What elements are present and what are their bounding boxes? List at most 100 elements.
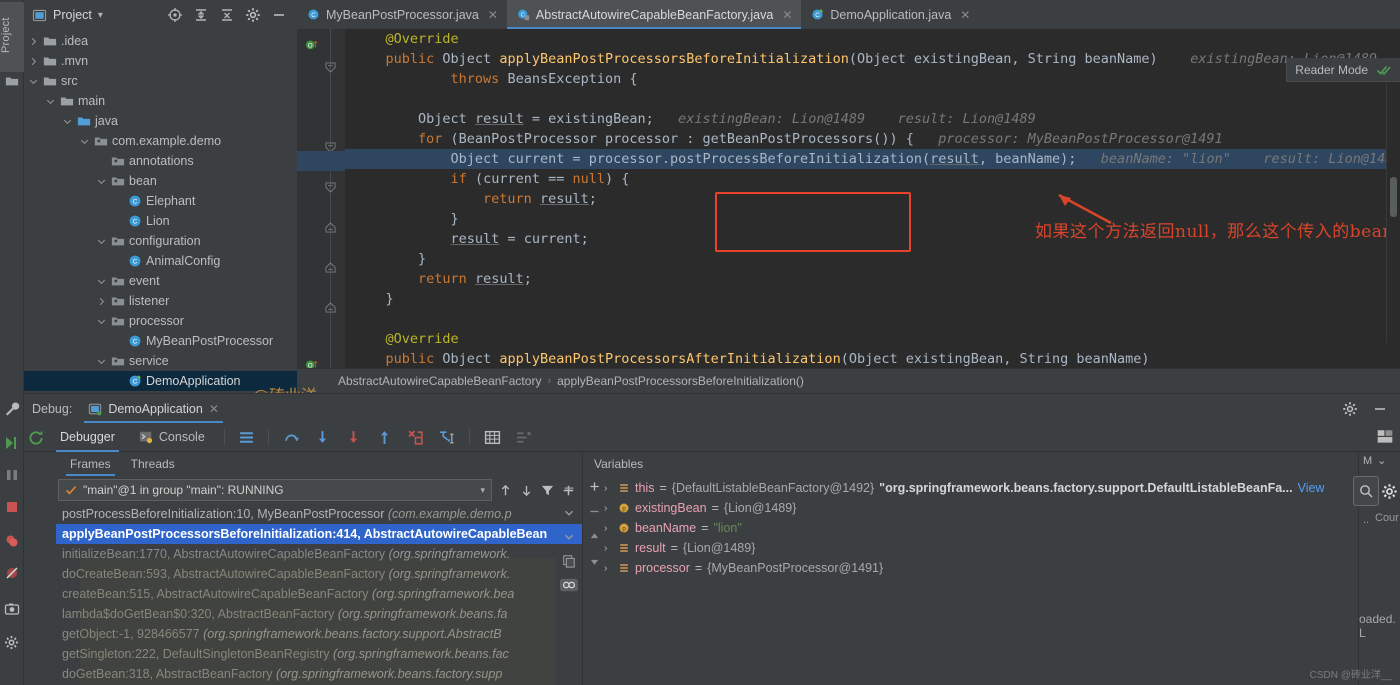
resume-icon[interactable] bbox=[4, 435, 20, 451]
tree-item-bean[interactable]: bean bbox=[24, 171, 297, 191]
tree-item-lion[interactable]: C Lion bbox=[24, 211, 297, 231]
tree-item-animalconfig[interactable]: C AnimalConfig bbox=[24, 251, 297, 271]
chevron-right-icon[interactable]: › bbox=[604, 483, 613, 494]
arrow-up-icon[interactable] bbox=[498, 483, 513, 498]
search-box[interactable] bbox=[1353, 476, 1379, 506]
code-line-14[interactable]: } bbox=[345, 289, 1400, 309]
debug-session-tab[interactable]: DemoApplication ✕ bbox=[80, 394, 227, 423]
chevron-right-icon[interactable]: › bbox=[604, 523, 613, 534]
code-line-15[interactable] bbox=[345, 309, 1400, 329]
variable-row-processor[interactable]: › processor = {MyBeanPostProcessor@1491} bbox=[584, 558, 1358, 578]
chevron-down-icon[interactable] bbox=[79, 136, 90, 147]
fold-marker-icon[interactable] bbox=[324, 182, 337, 193]
code-line-1[interactable]: @Override bbox=[345, 29, 1400, 49]
frame-row[interactable]: doCreateBean:593, AbstractAutowireCapabl… bbox=[56, 564, 582, 584]
arrow-down-icon[interactable] bbox=[519, 483, 534, 498]
editor-gutter[interactable]: O O bbox=[297, 29, 345, 368]
tree-item-main[interactable]: main bbox=[24, 91, 297, 111]
variable-row-existingBean[interactable]: › p existingBean = {Lion@1489} bbox=[584, 498, 1358, 518]
settings-gear-icon[interactable] bbox=[1381, 483, 1398, 500]
expand-all-icon[interactable] bbox=[193, 7, 209, 23]
tab-console[interactable]: Console bbox=[127, 423, 217, 452]
chevron-right-icon[interactable]: › bbox=[604, 543, 613, 554]
code-line-6[interactable]: for (BeanPostProcessor processor : getBe… bbox=[345, 129, 1400, 149]
locate-icon[interactable] bbox=[167, 7, 183, 23]
chevron-down-icon[interactable] bbox=[96, 276, 107, 287]
tab-threads[interactable]: Threads bbox=[121, 452, 185, 476]
tree-item--mvn[interactable]: .mvn bbox=[24, 51, 297, 71]
collapse-all-icon[interactable] bbox=[219, 7, 235, 23]
chevron-right-icon[interactable]: › bbox=[604, 503, 613, 514]
variable-row-result[interactable]: › result = {Lion@1489} bbox=[584, 538, 1358, 558]
step-over-icon[interactable] bbox=[283, 429, 300, 446]
mute-breakpoints-icon[interactable] bbox=[4, 565, 20, 581]
code-line-4[interactable] bbox=[345, 89, 1400, 109]
editor-scrollbar-thumb[interactable] bbox=[1390, 177, 1397, 217]
minimize-icon[interactable] bbox=[1372, 401, 1388, 417]
view-link[interactable]: View bbox=[1298, 481, 1325, 495]
tree-item-listener[interactable]: listener bbox=[24, 291, 297, 311]
variables-list[interactable]: › this = {DefaultListableBeanFactory@1492} "… bbox=[584, 476, 1358, 578]
tree-item--idea[interactable]: .idea bbox=[24, 31, 297, 51]
search-icon[interactable] bbox=[1358, 483, 1374, 499]
close-icon[interactable]: ✕ bbox=[960, 8, 970, 22]
code-line-2[interactable]: public Object applyBeanPostProcessorsBef… bbox=[345, 49, 1400, 69]
down-icon[interactable] bbox=[588, 555, 601, 568]
tree-item-java[interactable]: java bbox=[24, 111, 297, 131]
chevron-right-icon[interactable] bbox=[96, 296, 107, 307]
chevron-down-icon[interactable] bbox=[28, 76, 39, 87]
code-line-16[interactable]: @Override bbox=[345, 329, 1400, 349]
chevron-down-icon[interactable]: ▾ bbox=[480, 485, 485, 496]
editor-tab-mybeanpostprocessor[interactable]: C MyBeanPostProcessor.java ✕ bbox=[297, 0, 507, 29]
fold-marker-icon[interactable] bbox=[324, 222, 337, 233]
screenshot-icon[interactable] bbox=[4, 601, 20, 617]
double-check-icon[interactable] bbox=[1376, 62, 1392, 78]
code-line-7[interactable]: Object current = processor.postProcessBe… bbox=[345, 149, 1400, 169]
frame-row[interactable]: doGetBean:318, AbstractBeanFactory (org.… bbox=[56, 664, 582, 684]
variable-row-this[interactable]: › this = {DefaultListableBeanFactory@1492} "… bbox=[584, 478, 1358, 498]
tree-item-annotations[interactable]: annotations bbox=[24, 151, 297, 171]
copy-stack-icon[interactable] bbox=[562, 554, 576, 568]
close-icon[interactable]: ✕ bbox=[782, 8, 792, 22]
breadcrumb-class[interactable]: AbstractAutowireCapableBeanFactory bbox=[338, 374, 541, 388]
chevron-down-icon[interactable] bbox=[62, 116, 73, 127]
chevron-down-icon[interactable]: ⌄ bbox=[1377, 454, 1386, 467]
chevron-down-icon[interactable] bbox=[45, 96, 56, 107]
code-line-12[interactable]: } bbox=[345, 249, 1400, 269]
editor-tab-abstractautowirecapablebeanfactory[interactable]: C AbstractAutowireCapableBeanFactory.java… bbox=[506, 0, 802, 29]
fold-marker-icon[interactable] bbox=[324, 302, 337, 313]
filter-icon[interactable] bbox=[540, 483, 555, 498]
code-line-17[interactable]: public Object applyBeanPostProcessorsAft… bbox=[345, 349, 1400, 368]
frame-row[interactable]: applyBeanPostProcessorsBeforeInitializat… bbox=[56, 524, 582, 544]
mute-breakpoints-icon[interactable] bbox=[515, 429, 532, 446]
wrench-icon[interactable] bbox=[4, 401, 20, 417]
pause-icon[interactable] bbox=[4, 467, 20, 483]
close-icon[interactable]: ✕ bbox=[488, 8, 498, 22]
view-breakpoints-icon[interactable] bbox=[4, 533, 20, 549]
step-into-icon[interactable] bbox=[314, 429, 331, 446]
frame-row[interactable]: getObject:-1, 928466577 (org.springframe… bbox=[56, 624, 582, 644]
minimize-icon[interactable] bbox=[271, 7, 287, 23]
frame-row[interactable]: postProcessBeforeInitialization:10, MyBe… bbox=[56, 504, 582, 524]
collapse-icon[interactable] bbox=[562, 482, 576, 496]
chevron-down-icon[interactable] bbox=[96, 236, 107, 247]
frame-row[interactable]: getSingleton:222, DefaultSingletonBeanRe… bbox=[56, 644, 582, 664]
editor-right-rail[interactable] bbox=[1386, 82, 1400, 343]
frame-row[interactable]: lambda$doGetBean$0:320, AbstractBeanFact… bbox=[56, 604, 582, 624]
evaluate-expression-icon[interactable] bbox=[484, 429, 501, 446]
code-line-13[interactable]: return result; bbox=[345, 269, 1400, 289]
breadcrumb-method[interactable]: applyBeanPostProcessorsBeforeInitializat… bbox=[557, 374, 804, 388]
tree-item-com-example-demo[interactable]: com.example.demo bbox=[24, 131, 297, 151]
thread-selector[interactable]: "main"@1 in group "main": RUNNING ▾ bbox=[58, 479, 492, 501]
run-to-cursor-icon[interactable] bbox=[438, 429, 455, 446]
close-icon[interactable]: ✕ bbox=[209, 402, 219, 416]
tree-item-event[interactable]: event bbox=[24, 271, 297, 291]
chevron-right-icon[interactable] bbox=[28, 36, 39, 47]
chevron-down-icon[interactable]: ▾ bbox=[98, 10, 103, 21]
stop-icon[interactable] bbox=[4, 499, 20, 515]
code-editor[interactable]: O O @Override public Object applyBeanPos… bbox=[297, 29, 1400, 368]
add-icon[interactable] bbox=[588, 480, 601, 493]
reader-mode-banner[interactable]: Reader Mode bbox=[1286, 58, 1400, 82]
code-line-8[interactable]: if (current == null) { bbox=[345, 169, 1400, 189]
expand-icon[interactable] bbox=[562, 506, 576, 520]
